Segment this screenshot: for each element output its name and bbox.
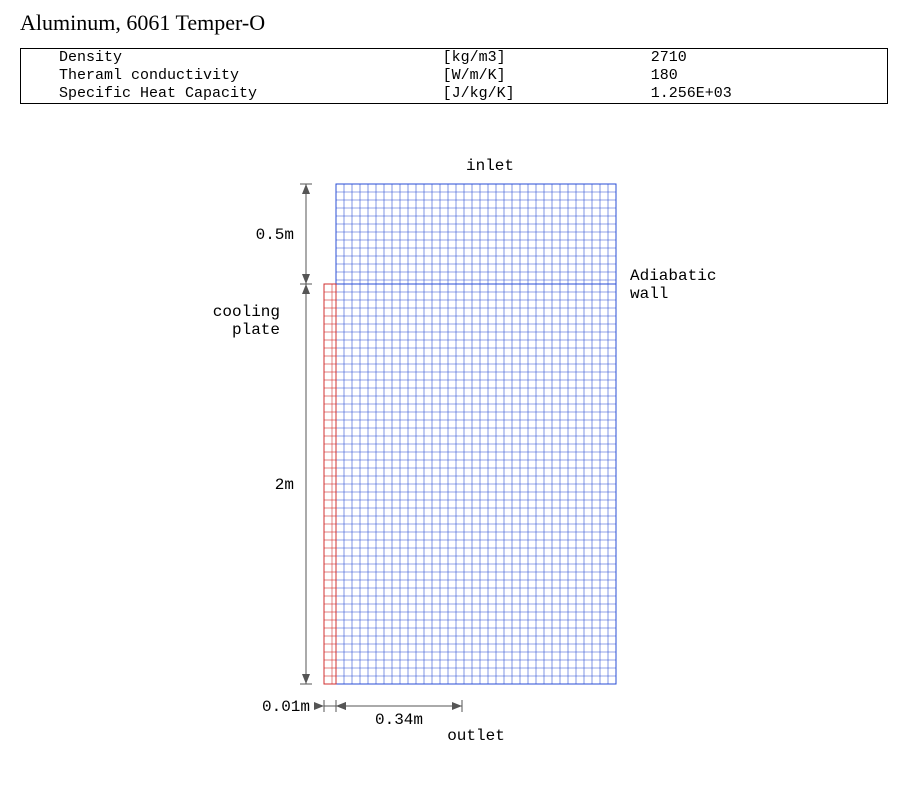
table-row: Theraml conductivity[W/m/K]180 [21,67,888,85]
property-name: Density [21,49,437,68]
cooling-plate-label: cooling [213,303,280,321]
property-name: Theraml conductivity [21,67,437,85]
property-value: 1.256E+03 [645,85,888,104]
material-properties-table: Density[kg/m3]2710Theraml conductivity[W… [20,48,888,104]
property-unit: [W/m/K] [437,67,645,85]
material-title: Aluminum, 6061 Temper-O [20,10,888,36]
inlet-label: inlet [466,157,514,175]
property-unit: [J/kg/K] [437,85,645,104]
dimension-label: 0.01m [262,698,310,716]
dimension-label: 0.5m [256,226,294,244]
adiabatic-label: wall [630,285,668,303]
outlet-label: outlet [447,727,505,745]
adiabatic-label: Adiabatic [630,267,716,285]
property-name: Specific Heat Capacity [21,85,437,104]
cooling-plate-label: plate [232,321,280,339]
property-value: 2710 [645,49,888,68]
mesh-diagram: 0.5m 2m 0.01m 0.34m inlet outlet Adiabaticwall… [144,144,764,769]
table-row: Specific Heat Capacity[J/kg/K]1.256E+03 [21,85,888,104]
dimension-label: 0.34m [375,711,423,729]
table-row: Density[kg/m3]2710 [21,49,888,68]
dimension-label: 2m [275,476,294,494]
property-unit: [kg/m3] [437,49,645,68]
property-value: 180 [645,67,888,85]
